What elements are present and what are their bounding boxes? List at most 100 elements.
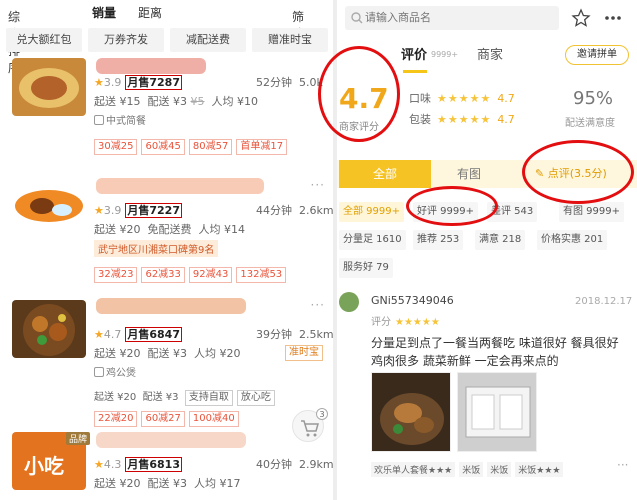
store-category: 中式简餐 <box>94 112 146 127</box>
thumb-text: 小吃 <box>24 454 64 478</box>
store-list-panel: 综合排序 ⌄ 销量 距离 筛选 ⌄ 兑大额红包 万券齐发 减配送费 赠准时宝 ★… <box>0 0 333 500</box>
ontime-badge: 准时宝 <box>285 345 323 361</box>
more-icon[interactable]: ··· <box>617 458 628 472</box>
store-rating: ★4.7 月售6847 <box>94 327 182 342</box>
store-rating: ★3.9 月售7227 <box>94 203 182 218</box>
filter-tag[interactable]: 分量足 1610 <box>339 230 406 250</box>
rating-stars: ★★★★★ <box>395 317 440 328</box>
filter-all[interactable]: 全部 9999+ <box>339 202 405 222</box>
dish-tag: 米饭 <box>487 462 512 477</box>
review-count: 9999+ <box>431 50 459 59</box>
dish-tags: 欢乐单人套餐★★★ 米饭 米饭 米饭★★★ <box>371 458 567 477</box>
store-rating: ★3.9 月售7287 <box>94 75 182 90</box>
delivery-satisfaction: 95% <box>573 88 614 109</box>
rating-stars: ★★★★★ <box>437 92 492 105</box>
tab-review[interactable]: 评价 <box>401 44 427 63</box>
active-tab-indicator <box>403 70 427 73</box>
rating-stars: ★★★★★ <box>437 113 492 126</box>
store-promos: 32减23 62减33 92减43 132减53 <box>94 262 290 283</box>
store-eta: 44分钟 2.6km <box>256 204 333 217</box>
store-thumbnail <box>12 180 86 238</box>
promo-tag: 62减33 <box>141 267 185 283</box>
review-date: 2018.12.17 <box>575 296 633 307</box>
chip-red-packet[interactable]: 兑大额红包 <box>6 28 82 52</box>
promo-tag: 32减23 <box>94 267 138 283</box>
annotation-circle-score <box>318 46 400 142</box>
chevron-down-icon: ⌄ <box>8 8 16 18</box>
filter-tag[interactable]: 价格实惠 201 <box>537 230 608 250</box>
review-rating: 评分 ★★★★★ <box>371 317 440 328</box>
store-name-redacted <box>96 58 206 74</box>
promo-tag: 首单减17 <box>236 139 288 155</box>
annotation-circle-positive <box>406 186 498 226</box>
store-thumbnail <box>12 300 86 358</box>
store-rating: ★4.3 月售6813 <box>94 457 182 472</box>
filter-tag[interactable]: 推荐 253 <box>413 230 464 250</box>
review-photo[interactable] <box>371 372 451 452</box>
segment-images[interactable]: 有图 <box>457 160 481 188</box>
brand-badge: 品牌 <box>66 432 91 445</box>
annotation-circle-dianping <box>522 140 634 204</box>
category-icon <box>94 367 104 377</box>
filter-tag[interactable]: 服务好 79 <box>339 258 393 278</box>
monthly-sales: 月售7287 <box>125 75 182 90</box>
promo-tag: 60减27 <box>141 411 185 427</box>
avatar[interactable] <box>339 292 359 312</box>
search-input[interactable] <box>345 6 559 30</box>
store-name-redacted <box>96 298 246 314</box>
search-icon <box>351 12 363 24</box>
more-icon[interactable]: ··· <box>311 178 325 192</box>
sort-distance[interactable]: 距离 <box>138 4 162 21</box>
store-fees: 起送 ¥20 配送 ¥3 人均 ¥17 <box>94 477 241 490</box>
promo-tag: 132减53 <box>236 267 287 283</box>
filter-tag[interactable]: 满意 218 <box>475 230 526 250</box>
review-text: 分量足到点了一餐当两餐吃 味道很好 餐具很好 鸡肉很多 蔬菜新鲜 一定会再来点的 <box>371 336 619 368</box>
dish-tag: 米饭 <box>459 462 484 477</box>
store-fees: 起送 ¥15 配送 ¥3 ¥5 人均 ¥10 <box>94 95 258 108</box>
tab-merchant[interactable]: 商家 <box>477 44 503 63</box>
reviewer-name: GNi557349046 <box>371 294 454 307</box>
store-category: 鸡公煲 <box>94 364 136 379</box>
promo-tag: 92减43 <box>188 267 233 283</box>
packaging-score: 包装 ★★★★★ 4.7 <box>409 113 515 126</box>
store-name-redacted <box>96 178 264 194</box>
store-fees: 起送 ¥20 免配送费 人均 ¥14 <box>94 223 245 236</box>
sort-sales[interactable]: 销量 <box>92 4 116 21</box>
store-promos: 22减20 60减27 100减40 <box>94 406 243 427</box>
cart-count-badge: 3 <box>316 408 328 420</box>
store-promos: 30减25 60减45 80减57 首单减17 <box>94 134 291 155</box>
invite-group-order-button[interactable]: 邀请拼单 <box>565 45 629 65</box>
review-photo[interactable] <box>457 372 537 452</box>
delivery-satisfaction-label: 配送满意度 <box>565 118 615 129</box>
chip-reduce-fee[interactable]: 减配送费 <box>170 28 246 52</box>
dish-tag: 欢乐单人套餐★★★ <box>371 462 456 477</box>
chip-coupons[interactable]: 万券齐发 <box>88 28 164 52</box>
more-menu-icon[interactable] <box>603 8 623 28</box>
store-eta: 40分钟 2.9km <box>256 458 333 471</box>
category-icon <box>94 115 104 125</box>
monthly-sales: 月售7227 <box>125 203 182 218</box>
promo-tag: 80减57 <box>188 139 233 155</box>
service-tag: 支持自取 <box>184 390 233 406</box>
store-eta: 39分钟 2.5km <box>256 328 333 341</box>
filter-with-images[interactable]: 有图 9999+ <box>559 202 625 222</box>
store-rank: 武宁地区川湘菜口碑第9名 <box>94 240 219 257</box>
monthly-sales: 月售6813 <box>125 457 182 472</box>
chip-ontime[interactable]: 赠准时宝 <box>252 28 328 52</box>
store-fees: 起送 ¥20 配送 ¥3 人均 ¥20 <box>94 347 241 360</box>
chevron-down-icon: ⌄ <box>292 8 300 18</box>
taste-score: 口味 ★★★★★ 4.7 <box>409 92 515 105</box>
star-favorite-icon[interactable] <box>571 8 591 28</box>
store-thumbnail <box>12 58 86 116</box>
store-eta: 52分钟 5.0k <box>256 76 323 89</box>
segment-all[interactable]: 全部 <box>339 160 431 188</box>
store-name-redacted <box>96 432 246 448</box>
more-icon[interactable]: ··· <box>311 298 325 312</box>
promo-tag: 100减40 <box>188 411 239 427</box>
promo-chips: 兑大额红包 万券齐发 减配送费 赠准时宝 <box>0 28 333 52</box>
monthly-sales: 月售6847 <box>125 327 182 342</box>
dish-tag: 米饭★★★ <box>515 462 564 477</box>
store-service-tags: 起送 ¥20 配送 ¥3 支持自取 放心吃 <box>94 388 279 406</box>
promo-tag: 30减25 <box>94 139 138 155</box>
sort-bar: 综合排序 ⌄ 销量 距离 筛选 ⌄ <box>8 4 305 75</box>
